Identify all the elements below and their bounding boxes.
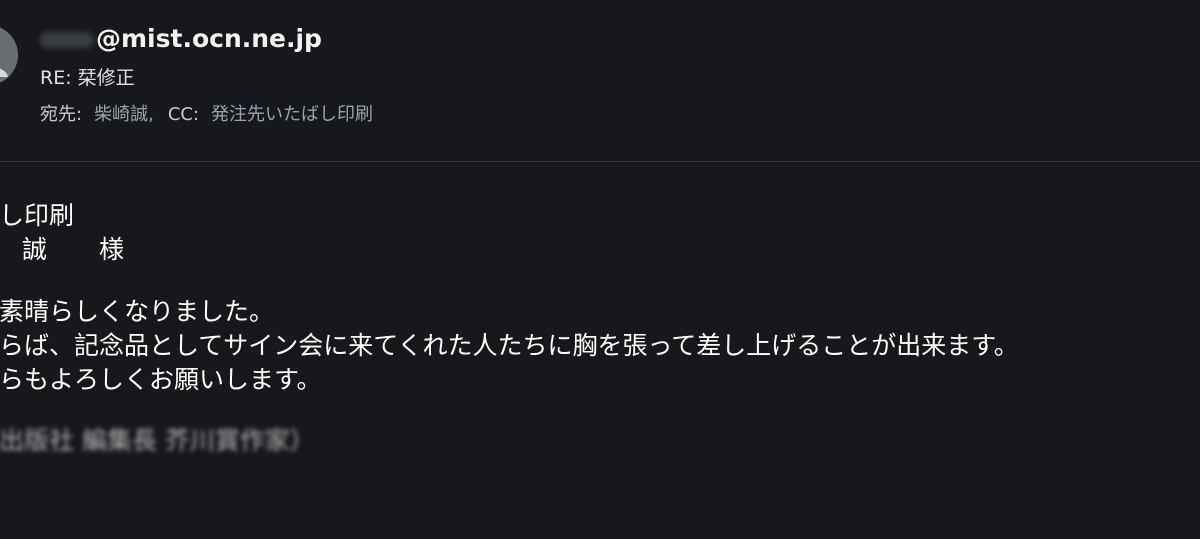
body-line-addressee-company: ばし印刷 xyxy=(0,201,75,230)
body-line-1: も素晴らしくなりました。 xyxy=(0,297,275,326)
body-line-3: からもよろしくお願いします。 xyxy=(0,365,322,394)
email-body: ばし印刷 誠 様 も素晴らしくなりました。 ならば、記念品としてサイン会に来てく… xyxy=(0,0,1200,539)
body-line-addressee-name: 誠 様 xyxy=(22,235,146,264)
body-line-2: ならば、記念品としてサイン会に来てくれた人たちに胸を張って差し上げることが出来ま… xyxy=(0,331,1019,360)
body-signature: （出版社 編集長 芥川賞作家） xyxy=(0,426,315,455)
